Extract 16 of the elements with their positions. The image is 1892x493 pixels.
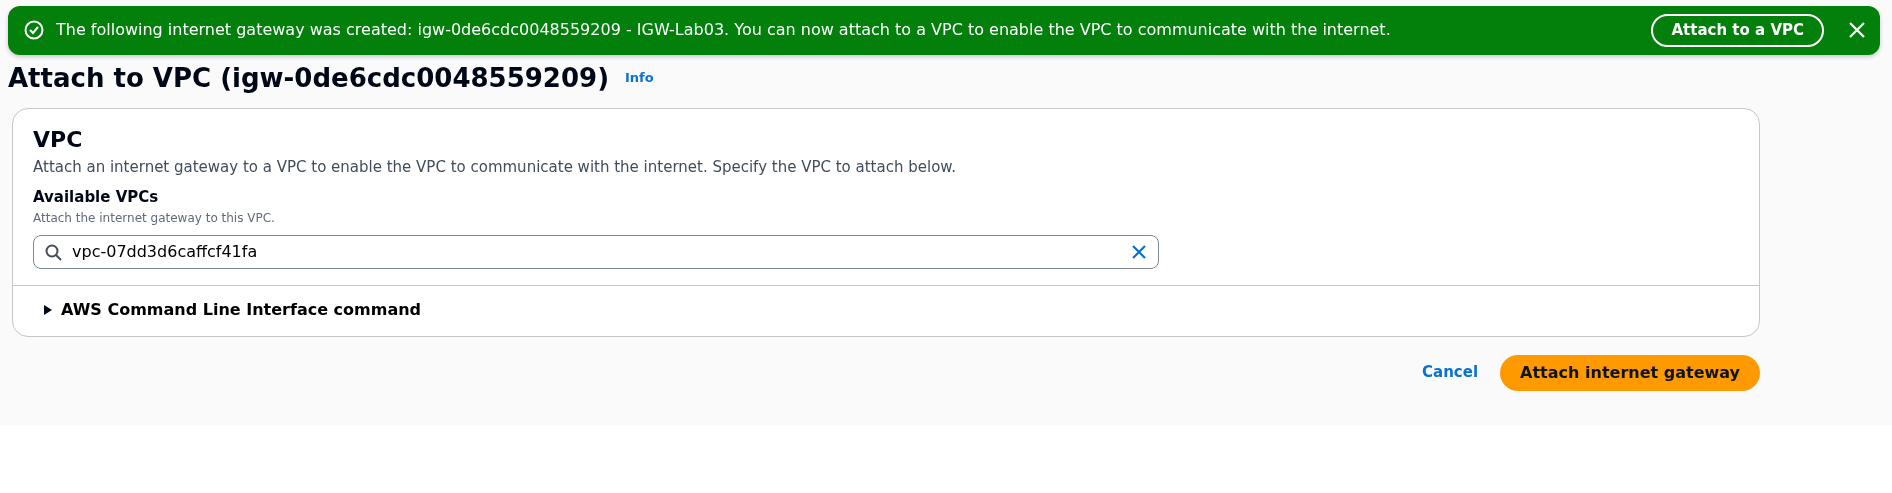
clear-button[interactable] [1131, 243, 1147, 260]
info-link[interactable]: Info [625, 68, 654, 88]
cancel-button[interactable]: Cancel [1416, 360, 1485, 385]
page-title: Attach to VPC (igw-0de6cdc0048559209) [8, 62, 610, 94]
close-button[interactable] [1848, 21, 1866, 40]
expander-toggle[interactable]: AWS Command Line Interface command [43, 297, 422, 322]
attach-gateway-button[interactable]: Attach internet gateway [1500, 354, 1760, 391]
field-hint: Attach the internet gateway to this VPC. [33, 209, 276, 227]
search-field[interactable]: vpc-07dd3d6caffcf41fa [33, 234, 1159, 269]
success-icon [24, 20, 44, 41]
container-description: Attach an internet gateway to a VPC to enable the VPC to communicate with the internet. Specify the VPC to attach below. [33, 156, 957, 178]
container-title: VPC [33, 125, 84, 154]
flash-message: The following internet gateway was created: igw-0de6cdc0048559209 - IGW-Lab03. You can now attach to a VPC to enable the VPC to communicate with the internet. [56, 19, 1392, 42]
search-icon [45, 243, 62, 261]
field-label: Available VPCs [33, 187, 160, 209]
attach-vpc-button[interactable]: Attach to a VPC [1651, 14, 1824, 47]
